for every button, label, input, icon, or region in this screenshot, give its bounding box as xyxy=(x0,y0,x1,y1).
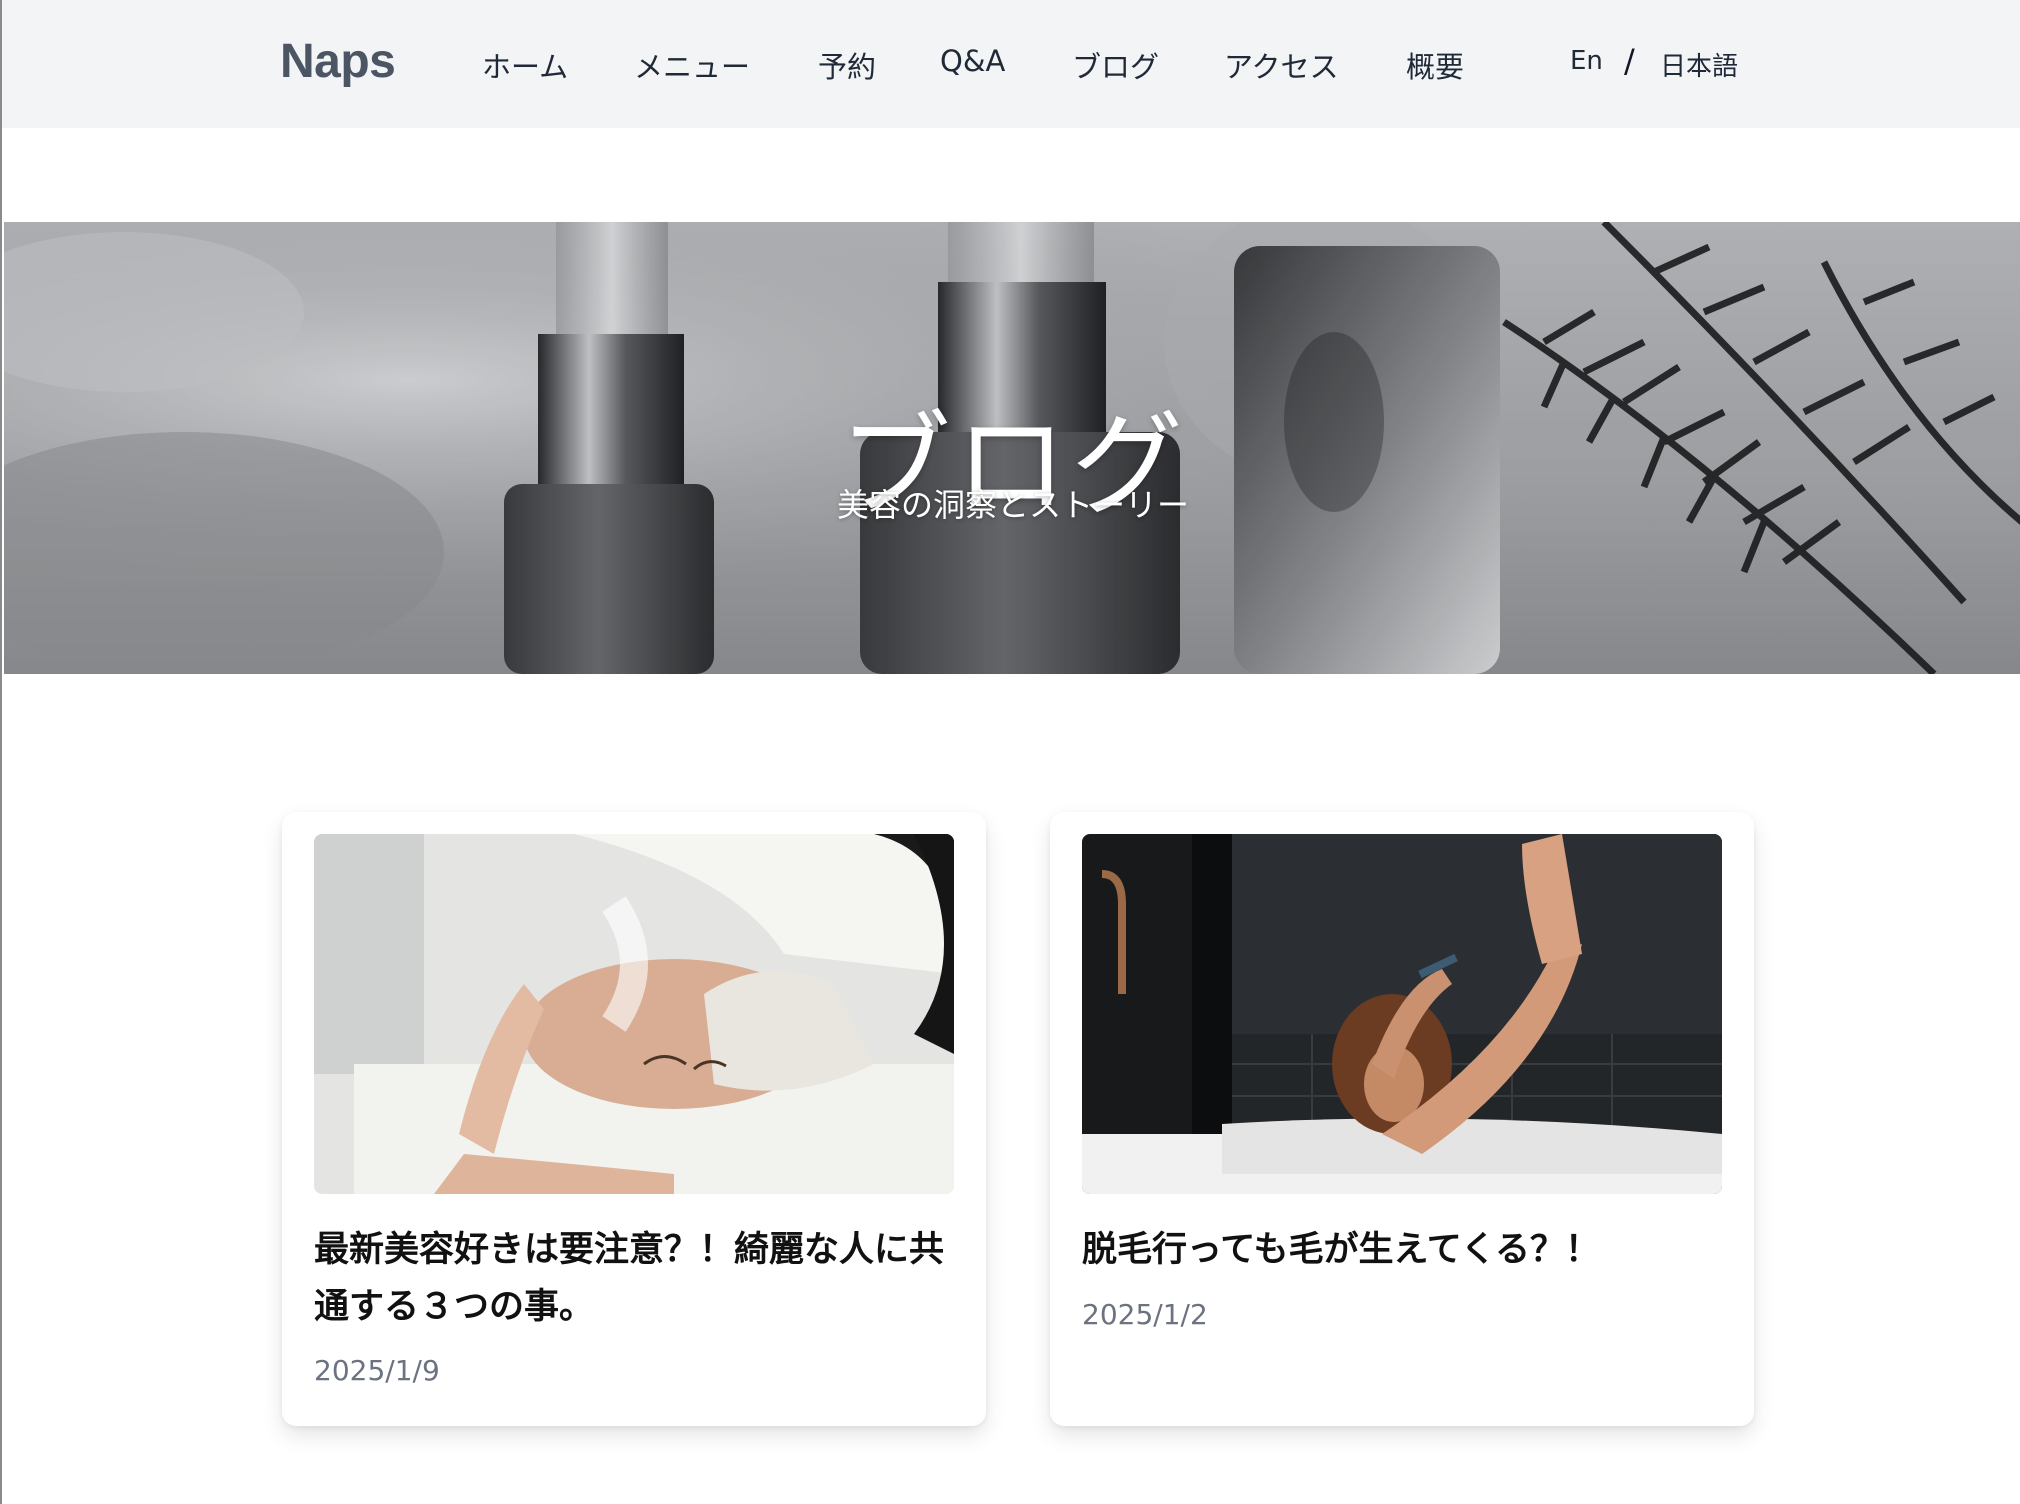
nav-item-qa[interactable]: Q&A xyxy=(940,44,1005,78)
nav-item-home[interactable]: ホーム xyxy=(482,44,568,86)
site-logo[interactable]: Naps xyxy=(280,34,395,89)
language-separator: / xyxy=(1624,42,1635,80)
blog-card[interactable]: 脱毛行っても毛が生えてくる？！ 2025/1/2 xyxy=(1050,812,1754,1426)
blog-card-image[interactable] xyxy=(1082,834,1722,1194)
hero-banner: ブログ 美容の洞察とストーリー xyxy=(4,222,2020,674)
nav-item-about[interactable]: 概要 xyxy=(1406,44,1464,86)
site-header: Naps ホーム メニュー 予約 Q&A ブログ アクセス 概要 En / 日本… xyxy=(2,0,2020,128)
blog-card-date: 2025/1/9 xyxy=(314,1354,440,1387)
nav-item-access[interactable]: アクセス xyxy=(1224,44,1339,86)
language-english-link[interactable]: En xyxy=(1570,46,1603,76)
blog-card-image[interactable] xyxy=(314,834,954,1194)
page-subtitle: 美容の洞察とストーリー xyxy=(4,480,2020,526)
blog-card-title[interactable]: 脱毛行っても毛が生えてくる？！ xyxy=(1082,1222,1732,1279)
nav-item-reservation[interactable]: 予約 xyxy=(818,44,876,86)
blog-card-date: 2025/1/2 xyxy=(1082,1298,1208,1331)
bathtub-shaving-photo xyxy=(1082,834,1722,1194)
nav-item-blog[interactable]: ブログ xyxy=(1072,44,1159,86)
nav-item-menu[interactable]: メニュー xyxy=(634,44,750,86)
page: Naps ホーム メニュー 予約 Q&A ブログ アクセス 概要 En / 日本… xyxy=(0,0,2020,1504)
language-japanese-link[interactable]: 日本語 xyxy=(1660,46,1738,83)
blog-card-title[interactable]: 最新美容好きは要注意？！綺麗な人に共通する３つの事。 xyxy=(314,1222,964,1336)
blog-card[interactable]: 最新美容好きは要注意？！綺麗な人に共通する３つの事。 2025/1/9 xyxy=(282,812,986,1426)
facial-treatment-photo xyxy=(314,834,954,1194)
